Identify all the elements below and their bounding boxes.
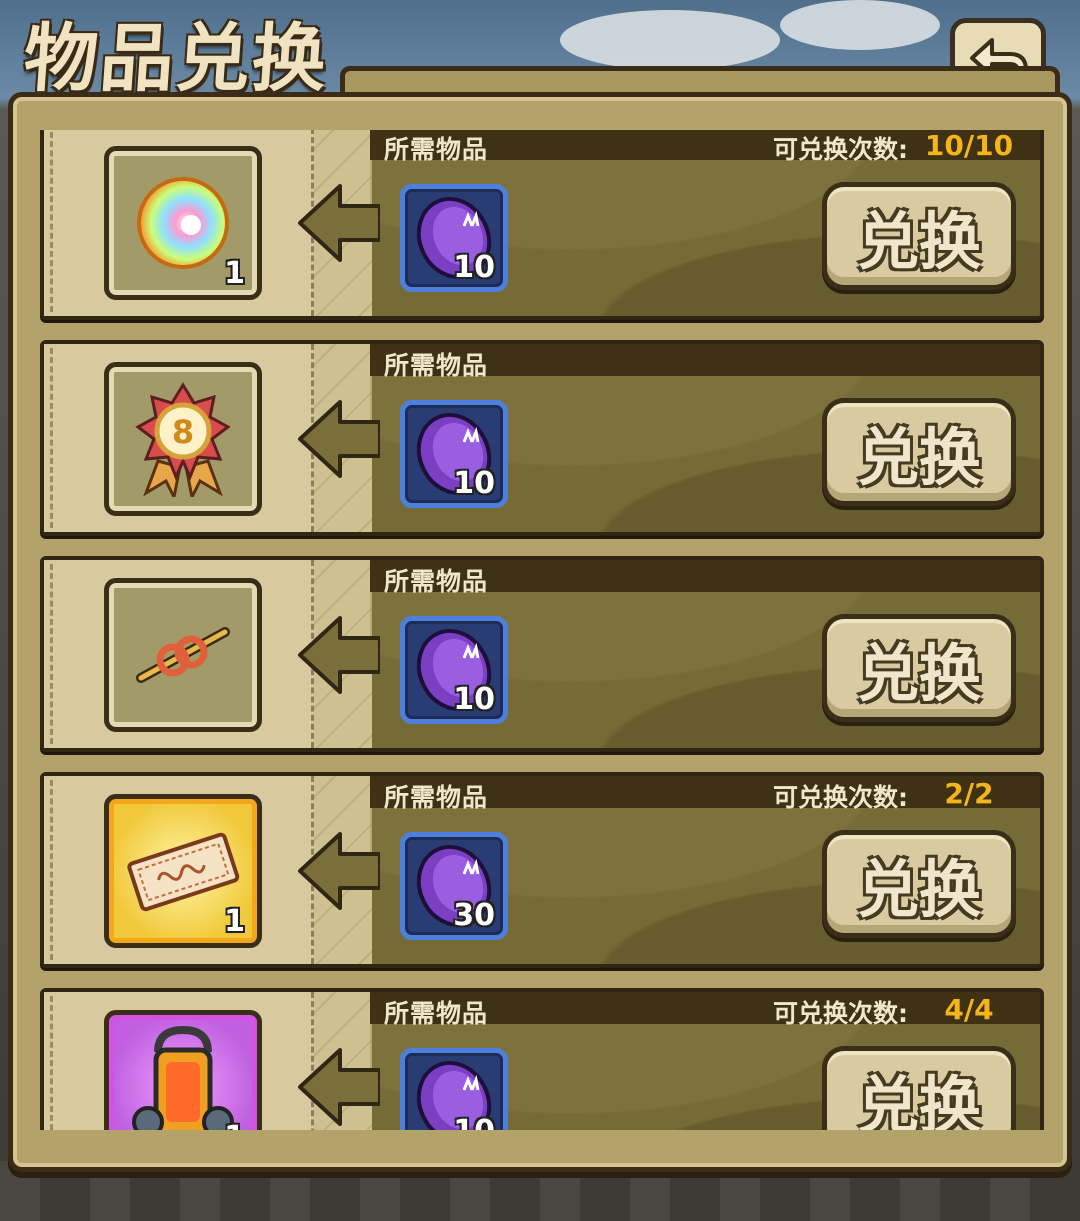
arrow-left-icon bbox=[298, 616, 380, 694]
redeem-button[interactable]: 兑换 bbox=[822, 614, 1016, 722]
exchange-row: 所需物品 可兑换次数: 10/10 1 10 兑换 bbox=[40, 130, 1044, 320]
cost-item-slot[interactable]: 30 bbox=[400, 832, 508, 940]
reward-item-slot[interactable] bbox=[104, 578, 262, 732]
cost-item-slot[interactable]: 10 bbox=[400, 400, 508, 508]
exchange-count-label: 可兑换次数: bbox=[773, 135, 908, 164]
page-title: 物品兑换 bbox=[20, 16, 332, 102]
lantern-machine-icon bbox=[132, 1025, 234, 1130]
exchange-count-value: 2/2 bbox=[944, 777, 994, 810]
svg-text:8: 8 bbox=[172, 413, 194, 451]
cost-item-slot[interactable]: 10 bbox=[400, 1048, 508, 1130]
exchange-count-value: 4/4 bbox=[944, 993, 994, 1026]
exchange-count-label: 可兑换次数: bbox=[773, 783, 908, 812]
exchange-count-label: 可兑换次数: bbox=[773, 999, 908, 1028]
required-items-label: 所需物品 bbox=[384, 351, 489, 380]
knot-charm-icon bbox=[136, 627, 230, 683]
cost-quantity: 10 bbox=[453, 250, 495, 285]
arrow-left-icon bbox=[298, 832, 380, 910]
cost-item-slot[interactable]: 10 bbox=[400, 184, 508, 292]
redeem-button[interactable]: 兑换 bbox=[822, 1046, 1016, 1130]
ticket-icon bbox=[127, 832, 240, 912]
reward-quantity: 1 bbox=[224, 904, 245, 939]
required-items-label: 所需物品 bbox=[384, 783, 489, 812]
exchange-row: 所需物品 10 兑换 bbox=[40, 556, 1044, 752]
exchange-row: 所需物品 可兑换次数: 2/2 1 30 兑换 bbox=[40, 772, 1044, 968]
reward-item-slot[interactable]: 1 bbox=[104, 1010, 262, 1130]
cost-quantity: 10 bbox=[453, 466, 495, 501]
rainbow-orb-icon bbox=[137, 177, 229, 269]
exchange-row: 所需物品 可兑换次数: 4/4 1 10 兑换 bbox=[40, 988, 1044, 1130]
cost-quantity: 10 bbox=[453, 682, 495, 717]
arrow-left-icon bbox=[298, 1048, 380, 1126]
redeem-button[interactable]: 兑换 bbox=[822, 182, 1016, 290]
exchange-row: 所需物品 8 10 兑换 bbox=[40, 340, 1044, 536]
cost-item-slot[interactable]: 10 bbox=[400, 616, 508, 724]
required-items-label: 所需物品 bbox=[384, 999, 489, 1028]
exchange-count-value: 10/10 bbox=[924, 130, 1014, 162]
exchange-list[interactable]: 所需物品 可兑换次数: 10/10 1 10 兑换 所需物品 8 10 兑换 所… bbox=[40, 130, 1044, 1130]
cost-quantity: 30 bbox=[453, 898, 495, 933]
required-items-label: 所需物品 bbox=[384, 135, 489, 164]
reward-item-slot[interactable]: 1 bbox=[104, 146, 262, 300]
arrow-left-icon bbox=[298, 184, 380, 262]
reward-item-slot[interactable]: 8 bbox=[104, 362, 262, 516]
reward-item-slot[interactable]: 1 bbox=[104, 794, 262, 948]
cost-quantity: 10 bbox=[453, 1114, 495, 1130]
redeem-button[interactable]: 兑换 bbox=[822, 398, 1016, 506]
arrow-left-icon bbox=[298, 400, 380, 478]
required-items-label: 所需物品 bbox=[384, 567, 489, 596]
reward-quantity: 1 bbox=[224, 1120, 245, 1130]
rank-8-medal-icon: 8 bbox=[135, 382, 231, 497]
reward-quantity: 1 bbox=[224, 256, 245, 291]
redeem-button[interactable]: 兑换 bbox=[822, 830, 1016, 938]
